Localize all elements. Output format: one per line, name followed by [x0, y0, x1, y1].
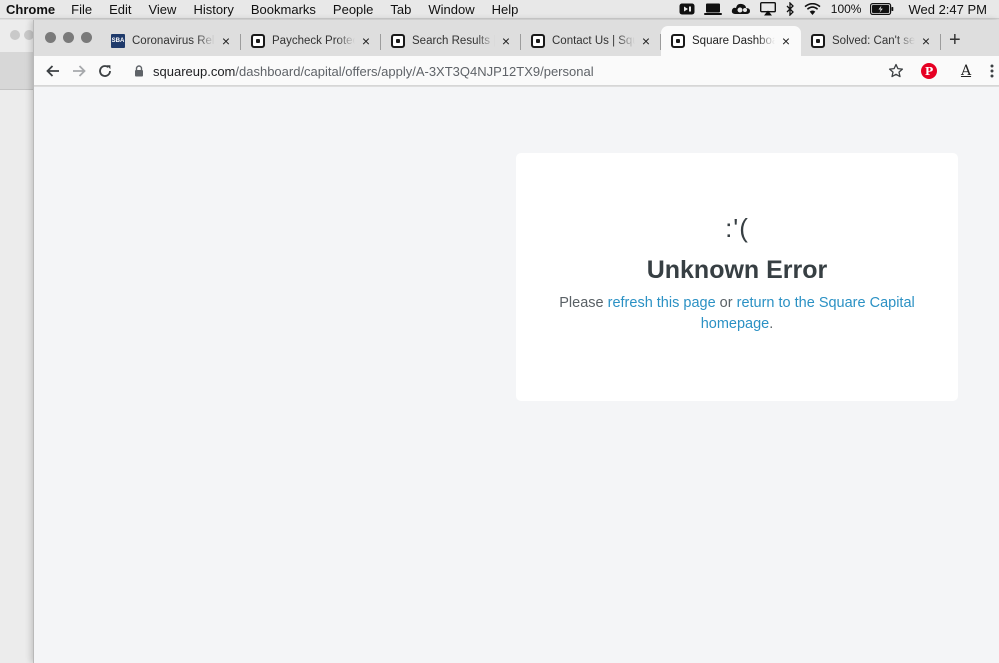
wifi-icon[interactable] [804, 2, 821, 16]
window-controls [45, 32, 92, 43]
menu-bar-left: Chrome File Edit View History Bookmarks … [0, 0, 535, 18]
font-extension[interactable]: A [956, 61, 976, 81]
battery-percent: 100% [830, 2, 862, 16]
menu-app-chrome[interactable]: Chrome [6, 2, 55, 17]
square-icon [811, 34, 825, 48]
address-bar[interactable]: squareup.com/dashboard/capital/offers/ap… [122, 58, 914, 84]
browser-toolbar: squareup.com/dashboard/capital/offers/ap… [34, 56, 999, 86]
menu-bookmarks[interactable]: Bookmarks [251, 2, 316, 17]
more-vertical-icon [990, 64, 994, 78]
tab-separator [940, 34, 941, 50]
error-prefix: Please [559, 295, 604, 311]
error-middle: or [719, 295, 733, 311]
chrome-window: SBA Coronavirus Relief Options × Paychec… [33, 20, 999, 663]
tab-title: Paycheck Protection Program [272, 35, 355, 47]
tab-close-icon[interactable]: × [359, 34, 373, 48]
page-viewport: :'( Unknown Error Please refresh this pa… [34, 87, 999, 663]
menu-bar-status: 100% Wed 2:47 PM [670, 0, 999, 18]
tab-search-results[interactable]: Search Results | Square × [381, 26, 521, 56]
sba-icon: SBA [111, 34, 125, 48]
menu-window[interactable]: Window [428, 2, 474, 17]
menu-bar: Chrome File Edit View History Bookmarks … [0, 0, 999, 19]
tab-coronavirus-relief[interactable]: SBA Coronavirus Relief Options × [101, 26, 241, 56]
tab-solved-cant-select[interactable]: Solved: Can't select × [801, 26, 941, 56]
background-window-controls [10, 30, 34, 40]
facetime-icon[interactable] [679, 2, 695, 16]
refresh-page-link[interactable]: refresh this page [608, 295, 716, 311]
tab-title: Search Results | Square [412, 35, 495, 47]
error-message: Please refresh this page or return to th… [546, 293, 928, 335]
url-path: /dashboard/capital/offers/apply/A-3XT3Q4… [235, 63, 594, 79]
menu-bar-clock[interactable]: Wed 2:47 PM [908, 2, 987, 17]
tab-contact-us[interactable]: Contact Us | Square × [521, 26, 661, 56]
square-capital-home-link[interactable]: return to the Square Capital homepage [701, 295, 915, 332]
tab-square-dashboard[interactable]: Square Dashboard × [661, 26, 801, 56]
tab-title: Solved: Can't select [832, 35, 915, 47]
font-a-icon: A [960, 63, 972, 79]
reload-icon [99, 65, 111, 77]
zoom-window-button[interactable] [81, 32, 92, 43]
airplay-icon[interactable] [759, 2, 776, 16]
back-button[interactable] [43, 61, 63, 81]
new-tab-button[interactable]: + [949, 30, 961, 50]
tab-close-icon[interactable]: × [919, 34, 933, 48]
bluetooth-icon[interactable] [785, 2, 795, 16]
arrow-left-icon [46, 65, 59, 77]
lock-icon[interactable] [134, 65, 144, 77]
menu-history[interactable]: History [193, 2, 233, 17]
arrow-right-icon [73, 65, 86, 77]
reload-button[interactable] [95, 61, 115, 81]
close-window-button[interactable] [45, 32, 56, 43]
square-icon [531, 34, 545, 48]
pinterest-icon: P [921, 63, 937, 79]
error-card: :'( Unknown Error Please refresh this pa… [516, 153, 958, 401]
square-icon [671, 34, 685, 48]
pinterest-extension[interactable]: P [919, 61, 939, 81]
tab-title: Square Dashboard [692, 35, 775, 47]
minimize-window-button[interactable] [63, 32, 74, 43]
chrome-menu-button[interactable] [982, 61, 999, 81]
tab-strip: SBA Coronavirus Relief Options × Paychec… [34, 20, 999, 56]
battery-icon[interactable] [870, 2, 894, 16]
menu-tab[interactable]: Tab [390, 2, 411, 17]
tab-close-icon[interactable]: × [219, 34, 233, 48]
tab-close-icon[interactable]: × [779, 34, 793, 48]
tab-paycheck-protection[interactable]: Paycheck Protection Program × [241, 26, 381, 56]
error-title: Unknown Error [646, 256, 828, 284]
error-suffix: . [769, 316, 774, 332]
menu-people[interactable]: People [333, 2, 373, 17]
menu-edit[interactable]: Edit [109, 2, 131, 17]
tab-title: Coronavirus Relief Options [132, 35, 215, 47]
menu-file[interactable]: File [71, 2, 92, 17]
tab-title: Contact Us | Square [552, 35, 635, 47]
display-icon[interactable] [703, 2, 722, 16]
menu-view[interactable]: View [148, 2, 176, 17]
menu-help[interactable]: Help [492, 2, 519, 17]
creative-cloud-icon[interactable] [731, 2, 751, 16]
square-icon [391, 34, 405, 48]
tab-close-icon[interactable]: × [639, 34, 653, 48]
tab-close-icon[interactable]: × [499, 34, 513, 48]
sad-face-emoticon: :'( [725, 213, 749, 243]
url-host: squareup.com [153, 63, 236, 79]
bookmark-star-icon[interactable] [886, 61, 906, 81]
forward-button[interactable] [69, 61, 89, 81]
square-icon [251, 34, 265, 48]
